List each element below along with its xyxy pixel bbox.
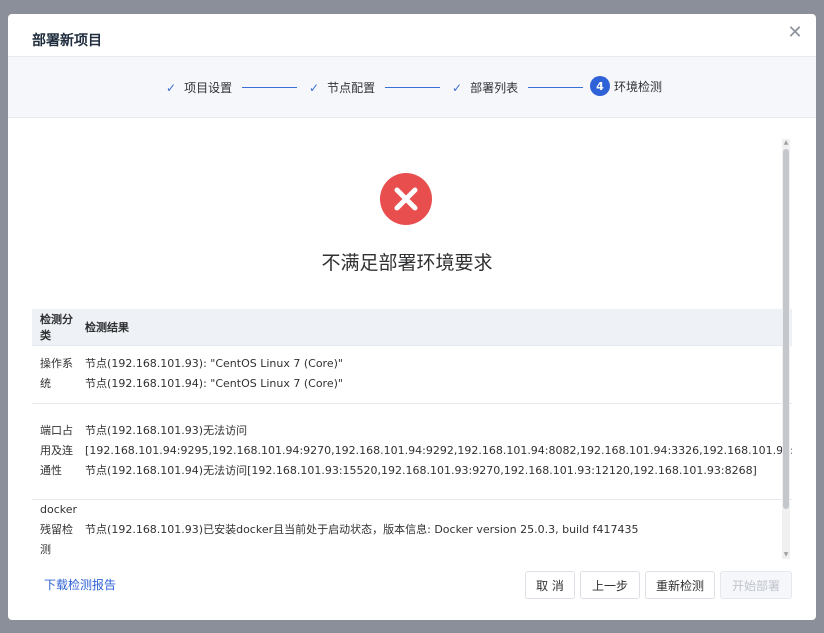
step-number-badge: 4	[590, 76, 610, 96]
header-result: 检测结果	[85, 320, 130, 334]
step-connector	[385, 87, 440, 88]
step-deploy-list[interactable]: ✓ 部署列表	[452, 79, 518, 96]
result-line: [192.168.101.94:9295,192.168.101.94:9270…	[85, 444, 792, 457]
row-category: 端口占用及连通性	[32, 402, 78, 499]
step-label: 节点配置	[327, 81, 376, 95]
error-circle-icon	[380, 173, 432, 225]
check-icon: ✓	[166, 80, 177, 95]
content-scrollbar[interactable]: ▲ ▼	[782, 139, 790, 559]
recheck-button[interactable]: 重新检测	[645, 571, 715, 599]
table-row: 操作系统 节点(192.168.101.93): "CentOS Linux 7…	[32, 344, 792, 403]
row-category: docker残留检测	[32, 498, 78, 560]
cancel-button[interactable]: 取 消	[525, 571, 575, 599]
scroll-thumb[interactable]	[783, 149, 789, 509]
row-result: 节点(192.168.101.93)无法访问 [192.168.101.94:9…	[77, 402, 792, 499]
prev-step-button[interactable]: 上一步	[580, 571, 640, 599]
close-icon[interactable]: ✕	[786, 24, 804, 42]
start-deploy-button[interactable]: 开始部署	[720, 571, 792, 599]
step-node-config[interactable]: ✓ 节点配置	[309, 79, 375, 96]
step-connector	[242, 87, 297, 88]
result-message: 不满足部署环境要求	[321, 252, 493, 274]
table-row: 端口占用及连通性 节点(192.168.101.93)无法访问 [192.168…	[32, 402, 792, 499]
deploy-dialog: 部署新项目 ✕ ✓ 项目设置 ✓ 节点配置 ✓ 部署列表 4 环境检测 不满足部…	[8, 14, 816, 620]
check-icon: ✓	[452, 80, 463, 95]
step-env-check[interactable]: 4 环境检测	[590, 76, 662, 96]
row-category: 操作系统	[32, 344, 78, 403]
steps-bar: ✓ 项目设置 ✓ 节点配置 ✓ 部署列表 4 环境检测	[8, 56, 816, 118]
step-label: 项目设置	[184, 81, 233, 95]
result-line: 节点(192.168.101.93)无法访问	[85, 424, 248, 437]
step-label: 环境检测	[614, 79, 663, 94]
scroll-down-arrow-icon[interactable]: ▼	[782, 551, 790, 559]
check-result-table: 检测分类 检测结果 操作系统 节点(192.168.101.93): "Cent…	[32, 309, 792, 560]
step-connector	[528, 87, 583, 88]
row-result: 节点(192.168.101.93)已安装docker且当前处于启动状态，版本信…	[77, 498, 792, 560]
table-header-row: 检测分类 检测结果	[32, 309, 792, 345]
result-line: 节点(192.168.101.94)无法访问[192.168.101.93:15…	[85, 464, 757, 477]
check-content: 不满足部署环境要求 检测分类 检测结果 操作系统 节点(192.168.101.…	[32, 132, 792, 564]
result-line: 节点(192.168.101.94): "CentOS Linux 7 (Cor…	[85, 377, 343, 390]
check-icon: ✓	[309, 80, 320, 95]
step-label: 部署列表	[470, 81, 519, 95]
dialog-title: 部署新项目	[32, 33, 102, 49]
result-line: 节点(192.168.101.93): "CentOS Linux 7 (Cor…	[85, 357, 343, 370]
scroll-up-arrow-icon[interactable]: ▲	[782, 139, 790, 147]
table-row: docker残留检测 节点(192.168.101.93)已安装docker且当…	[32, 498, 792, 560]
header-category: 检测分类	[40, 312, 73, 342]
row-result: 节点(192.168.101.93): "CentOS Linux 7 (Cor…	[77, 344, 792, 403]
result-line: 节点(192.168.101.93)已安装docker且当前处于启动状态，版本信…	[85, 522, 639, 536]
download-report-link[interactable]: 下载检测报告	[44, 576, 116, 593]
step-project-settings[interactable]: ✓ 项目设置	[166, 79, 232, 96]
